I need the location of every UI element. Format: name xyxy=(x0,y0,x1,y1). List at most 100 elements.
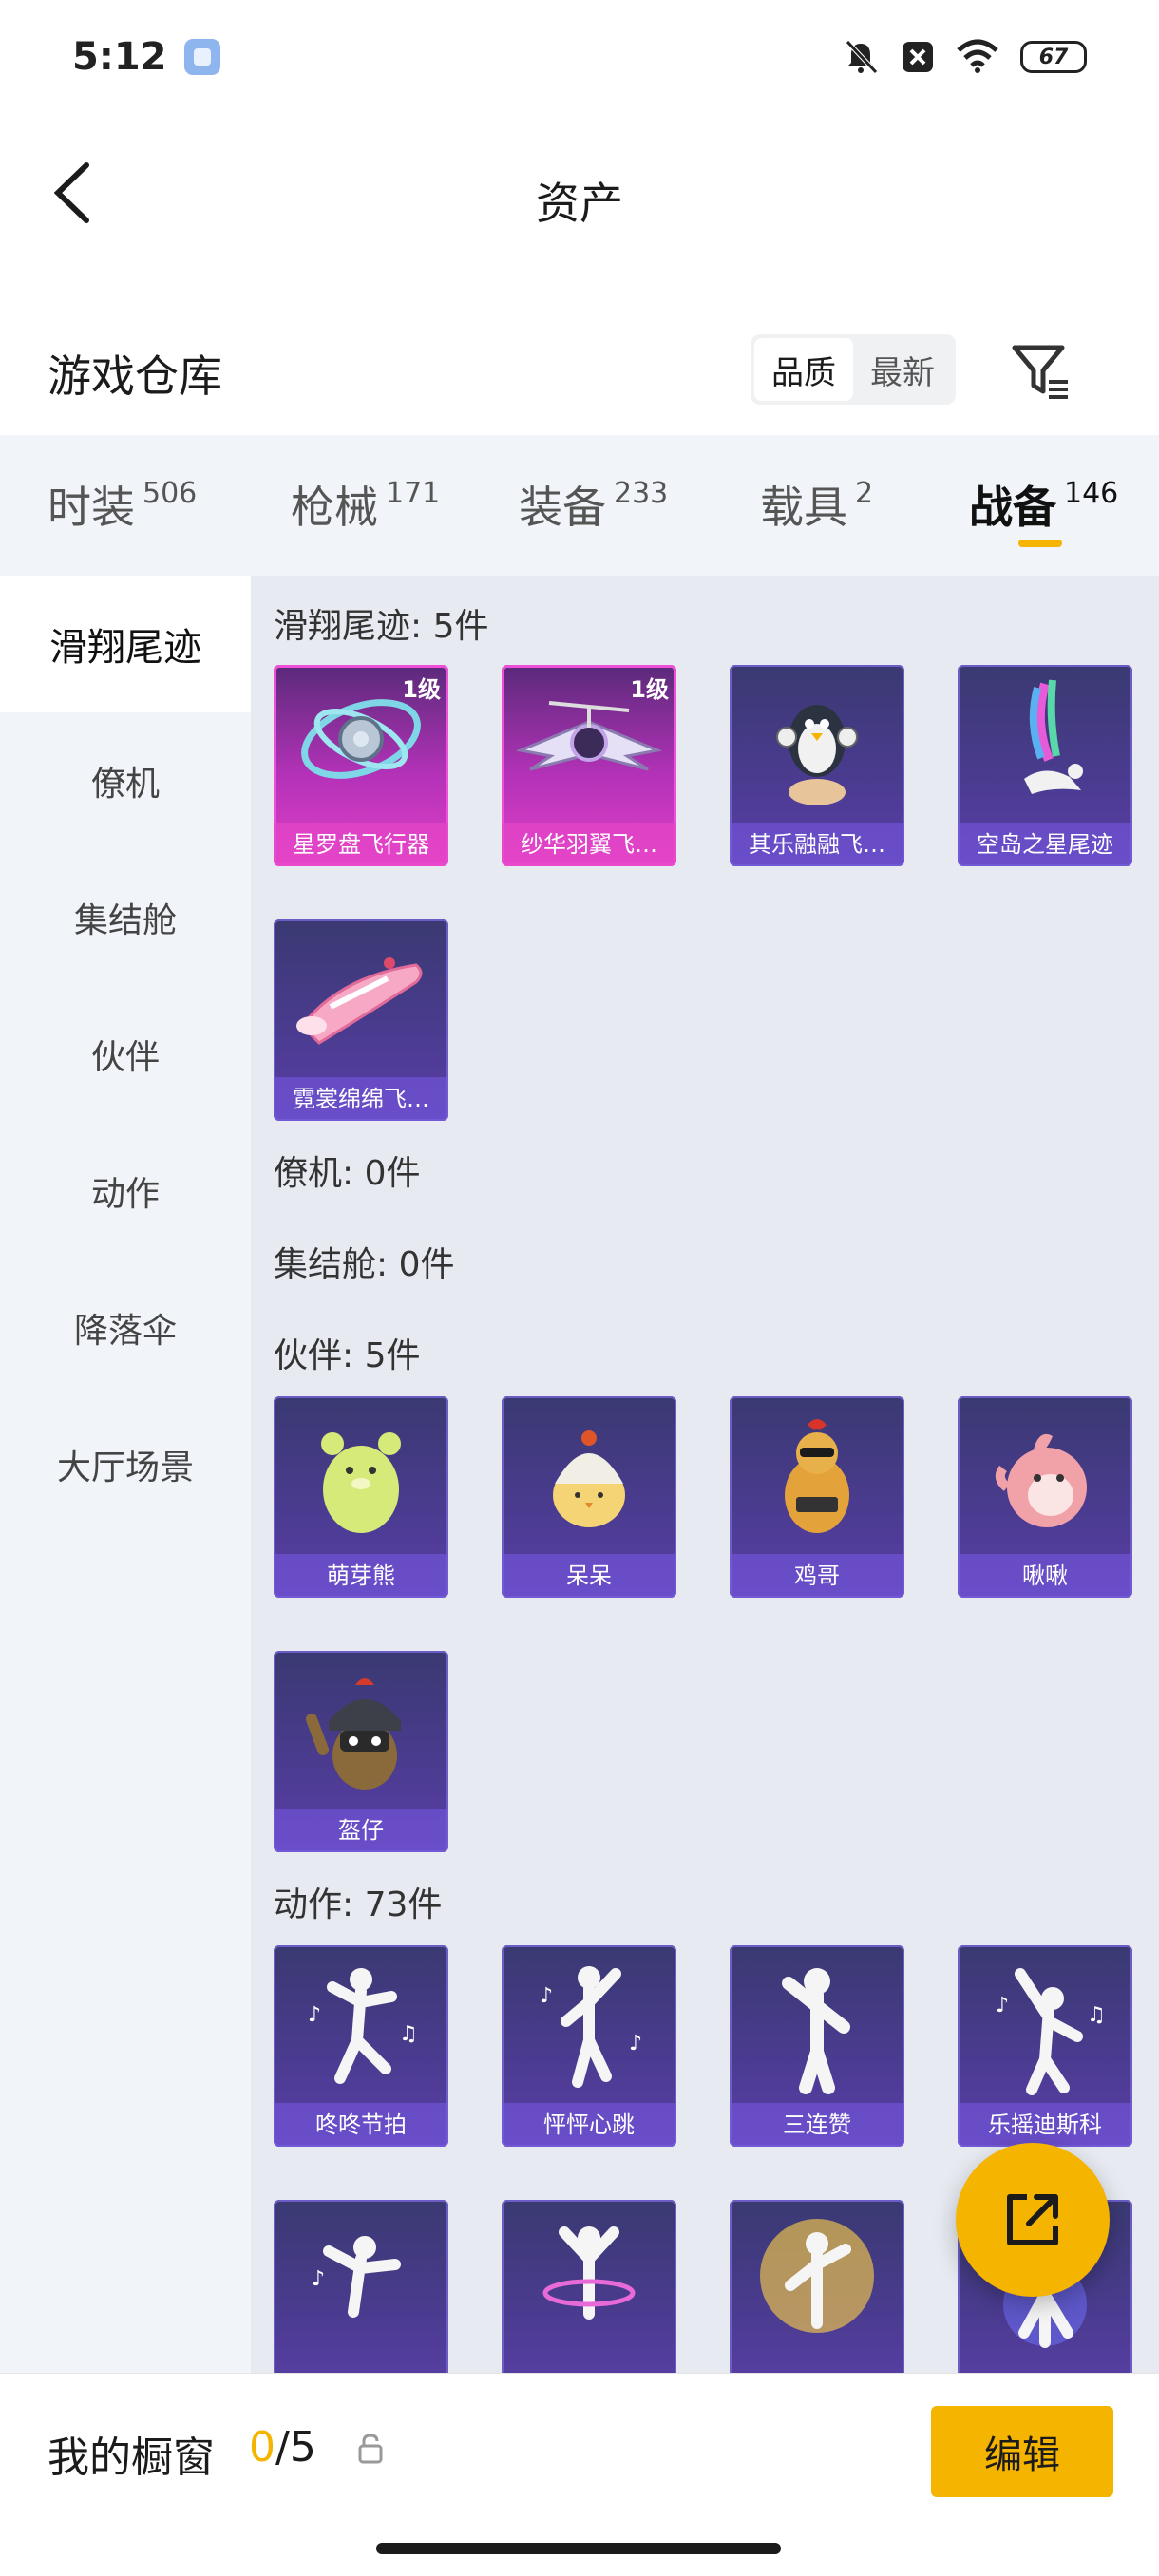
tab-vehicles[interactable]: 载具 2 xyxy=(760,473,873,536)
helmet-kid-icon xyxy=(306,1678,401,1790)
tab-equipment[interactable]: 装备 233 xyxy=(519,473,668,536)
showcase-count: 0/5 xyxy=(249,2423,316,2472)
sidebar-item-emote[interactable]: 动作 xyxy=(0,1123,251,1260)
filter-button[interactable] xyxy=(1005,336,1075,407)
item-card[interactable]: ♪ ♫ 乐摇迪斯科 xyxy=(958,1945,1132,2147)
tab-label: 枪械 xyxy=(291,482,378,533)
item-card[interactable]: 盔仔 xyxy=(274,1651,448,1852)
sort-quality-button[interactable]: 品质 xyxy=(754,338,853,401)
item-card[interactable] xyxy=(730,2200,904,2373)
sort-newest-button[interactable]: 最新 xyxy=(853,338,952,401)
nav-bar: 资产 xyxy=(0,142,1159,247)
status-icons: 67 xyxy=(842,38,1087,76)
tab-label: 时装 xyxy=(48,482,135,533)
mute-icon xyxy=(846,40,878,74)
tab-label: 装备 xyxy=(519,482,606,533)
cloud-plane-icon xyxy=(296,957,423,1045)
dai-dai-chick-icon xyxy=(553,1430,625,1527)
svg-text:♫: ♫ xyxy=(399,2022,418,2046)
item-name: 纱华羽翼飞… xyxy=(502,823,676,866)
dance-pose-icon: ♪ ♫ xyxy=(308,1968,418,2084)
tab-weapons[interactable]: 枪械 171 xyxy=(291,473,440,536)
status-time: 5:12 xyxy=(72,35,167,79)
sidebar-item-rally-pod[interactable]: 集结舱 xyxy=(0,849,251,986)
app-notification-icon xyxy=(183,39,220,75)
chicken-bro-icon xyxy=(785,1419,849,1533)
item-level: 1级 xyxy=(402,676,441,703)
item-name: 咚咚节拍 xyxy=(274,2103,448,2147)
tab-count: 233 xyxy=(614,477,669,510)
item-card[interactable]: ♪ ♪ 怦怦心跳 xyxy=(502,1945,676,2147)
external-link-icon xyxy=(1007,2194,1058,2245)
warehouse-title: 游戏仓库 xyxy=(48,350,222,402)
tab-fashion[interactable]: 时装 506 xyxy=(48,473,197,536)
item-card[interactable]: ♪ ♫ 咚咚节拍 xyxy=(274,1945,448,2147)
emote-pose-icon: ♪ xyxy=(312,2236,401,2318)
hula-hoop-pose-icon xyxy=(542,2226,636,2320)
home-indicator[interactable] xyxy=(376,2543,781,2554)
tab-count: 146 xyxy=(1064,477,1119,510)
section-title-emote: 动作: 73件 xyxy=(274,1885,443,1924)
tab-battle-prep[interactable]: 战备 146 xyxy=(969,473,1118,536)
item-card[interactable]: 鸡哥 xyxy=(730,1396,904,1598)
sidebar-item-glide-trail[interactable]: 滑翔尾迹 xyxy=(0,576,251,712)
sidebar-item-partner[interactable]: 伙伴 xyxy=(0,986,251,1123)
status-bar: 5:12 67 xyxy=(0,0,1159,114)
svg-text:♪: ♪ xyxy=(996,1994,1009,2017)
item-grid-panel: 滑翔尾迹: 5件 1级 星罗盘飞行器 1级 纱华羽翼飞… 其乐融融飞… 空岛之星… xyxy=(251,576,1159,2373)
section-title-rally-pod: 集结舱: 0件 xyxy=(274,1245,455,1284)
item-name: 空岛之星尾迹 xyxy=(958,823,1132,866)
page-title: 资产 xyxy=(536,178,623,229)
triple-thumbs-up-pose-icon xyxy=(782,1968,850,2094)
section-title-partner: 伙伴: 5件 xyxy=(274,1336,421,1375)
item-card[interactable]: 1级 纱华羽翼飞… xyxy=(502,665,676,866)
section-title-glide-trail: 滑翔尾迹: 5件 xyxy=(274,607,489,646)
item-card[interactable]: 啾啾 xyxy=(958,1396,1132,1598)
sidebar-item-wingman[interactable]: 僚机 xyxy=(0,712,251,849)
sky-island-trail-icon xyxy=(1024,679,1083,794)
item-name: 啾啾 xyxy=(958,1554,1132,1598)
item-name: 星罗盘飞行器 xyxy=(274,823,448,866)
item-card[interactable]: 三连赞 xyxy=(730,1945,904,2147)
item-card[interactable]: 其乐融融飞… xyxy=(730,665,904,866)
tab-count: 171 xyxy=(386,477,441,510)
item-card[interactable] xyxy=(502,2200,676,2373)
section-title-wingman: 僚机: 0件 xyxy=(274,1154,421,1193)
item-card[interactable]: ♪ xyxy=(274,2200,448,2373)
svg-text:♪: ♪ xyxy=(540,1984,553,2008)
sidebar-item-parachute[interactable]: 降落伞 xyxy=(0,1260,251,1396)
active-tab-indicator xyxy=(1018,540,1062,547)
item-name: 呆呆 xyxy=(502,1554,676,1598)
item-card[interactable]: 1级 星罗盘飞行器 xyxy=(274,665,448,866)
item-name: 盔仔 xyxy=(274,1809,448,1852)
showcase-current-count: 0 xyxy=(249,2423,276,2472)
penguin-aircraft-icon xyxy=(776,705,858,805)
tab-label: 战备 xyxy=(969,482,1056,533)
item-card[interactable]: 萌芽熊 xyxy=(274,1396,448,1598)
sort-toggle: 品质 最新 xyxy=(750,334,956,405)
no-sim-icon xyxy=(902,42,933,72)
sidebar: 滑翔尾迹 僚机 集结舱 伙伴 动作 降落伞 大厅场景 xyxy=(0,576,251,2373)
edit-button[interactable]: 编辑 xyxy=(931,2406,1113,2497)
sidebar-item-lobby-scene[interactable]: 大厅场景 xyxy=(0,1396,251,1533)
svg-text:♪: ♪ xyxy=(308,2003,321,2027)
svg-text:♪: ♪ xyxy=(312,2267,325,2291)
disco-pose-icon: ♪ ♫ xyxy=(996,1968,1106,2095)
item-name: 萌芽熊 xyxy=(274,1554,448,1598)
tab-count: 506 xyxy=(142,477,198,510)
battery-level: 67 xyxy=(1038,45,1069,69)
item-name: 霓裳绵绵飞… xyxy=(274,1077,448,1121)
share-fab-button[interactable] xyxy=(956,2143,1110,2297)
item-level: 1级 xyxy=(630,676,669,703)
jiu-jiu-bird-icon xyxy=(995,1433,1087,1527)
sunburst-pose-icon xyxy=(760,2219,874,2333)
tab-count: 2 xyxy=(855,477,874,510)
item-card[interactable]: 霓裳绵绵飞… xyxy=(274,919,448,1121)
warehouse-header: 游戏仓库 品质 最新 xyxy=(0,323,1159,418)
item-card[interactable]: 空岛之星尾迹 xyxy=(958,665,1132,866)
lock-icon xyxy=(358,2434,383,2464)
battery-icon: 67 xyxy=(1020,41,1087,73)
item-card[interactable]: 呆呆 xyxy=(502,1396,676,1598)
item-name: 乐摇迪斯科 xyxy=(958,2103,1132,2147)
item-name: 其乐融融飞… xyxy=(730,823,904,866)
